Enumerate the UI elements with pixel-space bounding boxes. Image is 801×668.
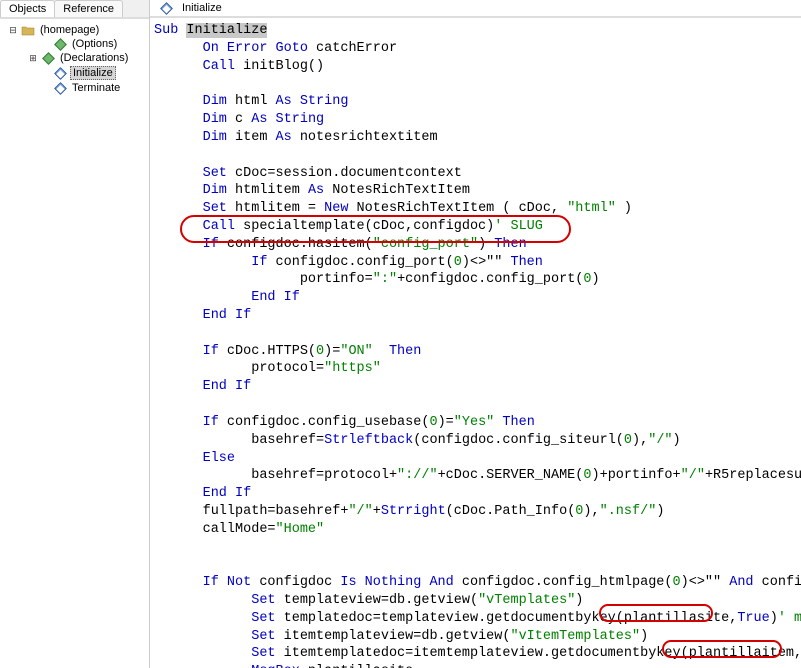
diamond-green-icon [41,52,55,64]
code-editor[interactable]: Sub Initialize On Error Goto catchError … [150,18,801,668]
code-line[interactable]: basehref=Strleftback(configdoc.config_si… [154,432,801,450]
code-line[interactable]: If configdoc.config_usebase(0)="Yes" The… [154,414,801,432]
code-line[interactable] [154,396,801,414]
code-line[interactable] [154,539,801,557]
code-line[interactable] [154,325,801,343]
tab-reference[interactable]: Reference [54,0,123,17]
code-line[interactable]: Set templateview=db.getview("vTemplates"… [154,592,801,610]
code-line[interactable] [154,147,801,165]
code-line[interactable]: fullpath=basehref+"/"+Strright(cDoc.Path… [154,503,801,521]
expand-icon[interactable]: ⊞ [28,53,38,64]
code-line[interactable]: portinfo=":"+configdoc.config_port(0) [154,271,801,289]
code-line[interactable]: Set templatedoc=templateview.getdocument… [154,610,801,628]
code-line[interactable]: Dim item As notesrichtextitem [154,129,801,147]
code-line[interactable]: Set itemtemplateview=db.getview("vItemTe… [154,628,801,646]
code-line[interactable]: Set itemtemplatedoc=itemtemplateview.get… [154,645,801,663]
code-line[interactable]: Call specialtemplate(cDoc,configdoc)' SL… [154,218,801,236]
code-line[interactable]: Dim html As String [154,93,801,111]
code-line[interactable]: Set cDoc=session.documentcontext [154,165,801,183]
current-proc-title: Initialize [182,2,222,14]
folder-icon [21,24,35,36]
diamond-blue-icon [159,2,173,14]
tree-item[interactable]: Terminate [4,81,145,95]
code-line[interactable]: End If [154,378,801,396]
code-line[interactable]: Dim c As String [154,111,801,129]
code-line[interactable]: Sub Initialize [154,22,801,40]
code-line[interactable]: If cDoc.HTTPS(0)="ON" Then [154,343,801,361]
tree-item[interactable]: ⊞ (Declarations) [4,51,145,65]
code-line[interactable]: End If [154,307,801,325]
code-line[interactable]: Set htmlitem = New NotesRichTextItem ( c… [154,200,801,218]
code-line[interactable]: callMode="Home" [154,521,801,539]
code-line[interactable]: On Error Goto catchError [154,40,801,58]
diamond-blue-icon [53,82,67,94]
tree-label-root[interactable]: (homepage) [38,24,101,36]
object-tree[interactable]: ⊟ (homepage) (Options) ⊞ (Declarations) Ini… [0,19,149,668]
code-header: Initialize [150,0,801,18]
diamond-green-icon [53,38,67,50]
code-line[interactable]: Else [154,450,801,468]
sidebar: Objects Reference ⊟ (homepage) (Options)… [0,0,150,668]
code-line[interactable]: MsgBox plantillasite [154,663,801,668]
code-line[interactable]: Call initBlog() [154,58,801,76]
sidebar-tabs: Objects Reference [0,0,149,19]
tree-item-label[interactable]: (Options) [70,38,119,50]
code-line[interactable] [154,556,801,574]
diamond-blue-icon [53,67,67,79]
collapse-icon[interactable]: ⊟ [8,25,18,36]
tab-objects[interactable]: Objects [0,0,55,17]
code-panel: Initialize Sub Initialize On Error Goto … [150,0,801,668]
tree-item-label[interactable]: Initialize [70,66,116,80]
code-line[interactable]: Dim htmlitem As NotesRichTextItem [154,182,801,200]
tree-item[interactable]: Initialize [4,65,145,81]
code-line[interactable]: If configdoc.config_port(0)<>"" Then [154,254,801,272]
code-line[interactable] [154,75,801,93]
code-line[interactable]: If configdoc.hasitem("config_port") Then [154,236,801,254]
code-line[interactable]: If Not configdoc Is Nothing And configdo… [154,574,801,592]
code-line[interactable]: protocol="https" [154,360,801,378]
code-line[interactable]: End If [154,289,801,307]
tree-item[interactable]: (Options) [4,37,145,51]
tree-item-label[interactable]: (Declarations) [58,52,130,64]
tree-root-homepage[interactable]: ⊟ (homepage) [4,23,145,37]
code-line[interactable]: basehref=protocol+"://"+cDoc.SERVER_NAME… [154,467,801,485]
code-line[interactable]: End If [154,485,801,503]
tree-item-label[interactable]: Terminate [70,82,122,94]
